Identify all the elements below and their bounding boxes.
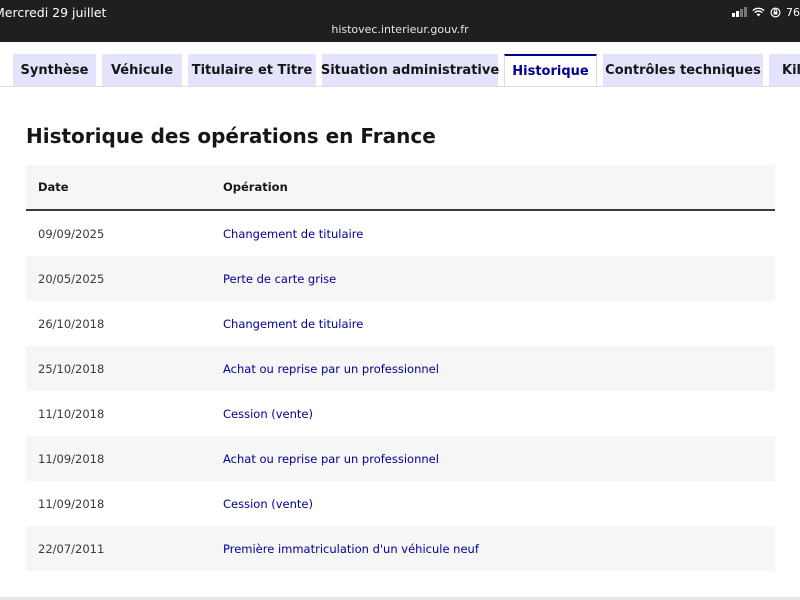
table-row: 26/10/2018 Changement de titulaire: [26, 301, 775, 346]
tab-vehicule[interactable]: Véhicule: [102, 54, 182, 86]
row-date: 09/09/2025: [38, 226, 105, 241]
row-operation-link[interactable]: Perte de carte grise: [223, 256, 336, 301]
battery-level: 76: [786, 5, 800, 19]
address-url[interactable]: histovec.interieur.gouv.fr: [0, 23, 800, 36]
header-date: Date: [38, 180, 69, 194]
row-date: 11/10/2018: [38, 406, 105, 421]
row-date: 20/05/2025: [38, 271, 105, 286]
page-top-spacer: [0, 42, 800, 54]
tab-kilometrage[interactable]: Kilo: [769, 54, 800, 86]
table-row: 11/09/2018 Cession (vente): [26, 481, 775, 526]
status-time: Mercredi 29 juillet: [0, 5, 107, 20]
table-header: Date Opération: [26, 165, 775, 211]
row-operation-link[interactable]: Achat ou reprise par un professionnel: [223, 346, 439, 391]
row-operation-link[interactable]: Changement de titulaire: [223, 211, 363, 256]
row-date: 25/10/2018: [38, 361, 105, 376]
tab-list: Synthèse Véhicule Titulaire et Titre Sit…: [0, 54, 800, 87]
tab-synthese[interactable]: Synthèse: [13, 54, 96, 86]
row-operation-link[interactable]: Première immatriculation d'un véhicule n…: [223, 526, 479, 571]
operations-table: Date Opération 09/09/2025 Changement de …: [26, 165, 775, 571]
ios-status-bar: Mercredi 29 juillet histovec.interieur.g…: [0, 0, 800, 42]
row-date: 11/09/2018: [38, 496, 105, 511]
table-row: 09/09/2025 Changement de titulaire: [26, 211, 775, 256]
wifi-icon: [752, 7, 765, 17]
tab-situation-administrative[interactable]: Situation administrative: [321, 54, 499, 86]
row-date: 22/07/2011: [38, 541, 105, 556]
status-icons: 76: [732, 4, 800, 20]
row-date: 26/10/2018: [38, 316, 105, 331]
table-row: 25/10/2018 Achat ou reprise par un profe…: [26, 346, 775, 391]
tab-controles-techniques[interactable]: Contrôles techniques: [603, 54, 763, 86]
row-operation-link[interactable]: Achat ou reprise par un professionnel: [223, 436, 439, 481]
table-row: 22/07/2011 Première immatriculation d'un…: [26, 526, 775, 571]
row-operation-link[interactable]: Cession (vente): [223, 481, 313, 526]
signal-icon: [732, 7, 747, 17]
tab-titulaire-et-titre[interactable]: Titulaire et Titre: [188, 54, 316, 86]
row-operation-link[interactable]: Cession (vente): [223, 391, 313, 436]
row-operation-link[interactable]: Changement de titulaire: [223, 301, 363, 346]
orientation-lock-icon: [770, 6, 781, 18]
tab-historique[interactable]: Historique: [504, 54, 597, 86]
table-row: 20/05/2025 Perte de carte grise: [26, 256, 775, 301]
row-date: 11/09/2018: [38, 451, 105, 466]
table-row: 11/09/2018 Achat ou reprise par un profe…: [26, 436, 775, 481]
page-title: Historique des opérations en France: [26, 124, 436, 148]
table-row: 11/10/2018 Cession (vente): [26, 391, 775, 436]
header-operation: Opération: [223, 180, 288, 194]
